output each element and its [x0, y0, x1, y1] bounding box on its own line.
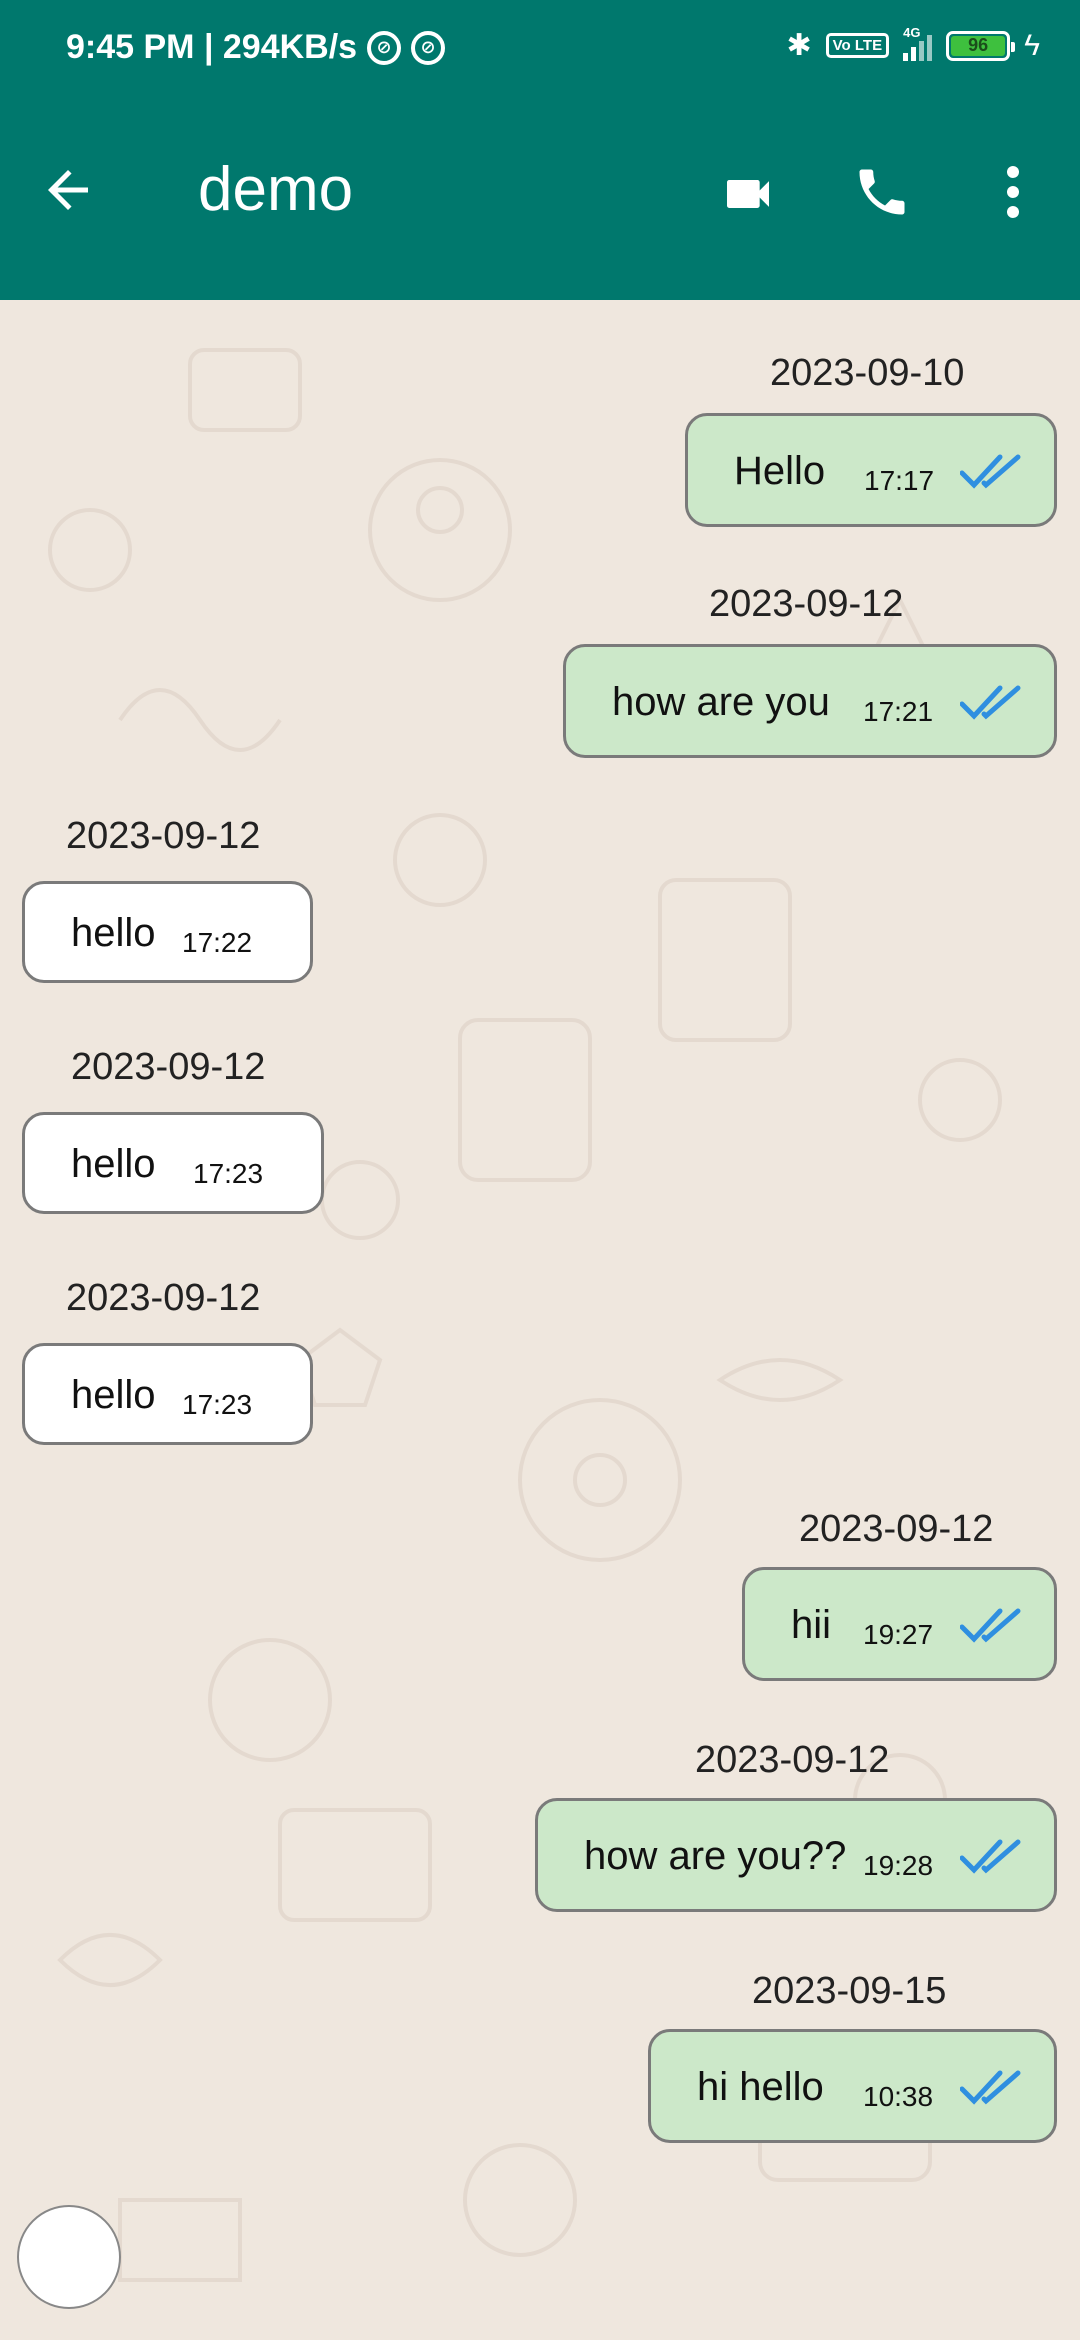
- outgoing-message-bubble[interactable]: Hello 17:17: [685, 413, 1057, 527]
- incoming-message-bubble[interactable]: hello 17:23: [22, 1343, 313, 1445]
- data-saver-icon: ⊘: [367, 30, 402, 65]
- message-text: hello: [71, 1373, 156, 1417]
- signal-icon: 4G: [903, 25, 933, 61]
- message-text: how are you: [612, 680, 830, 724]
- phone-icon[interactable]: [852, 162, 912, 222]
- message-date: 2023-09-12: [799, 1508, 994, 1550]
- video-camera-icon[interactable]: [720, 166, 776, 222]
- message-date: 2023-09-15: [752, 1970, 947, 2012]
- outgoing-message-bubble[interactable]: how are you?? 19:28: [535, 1798, 1057, 1912]
- message-date: 2023-09-12: [709, 583, 904, 625]
- volte-icon: Vo LTE: [825, 33, 890, 58]
- status-time: 9:45 PM | 294KB/s: [66, 28, 358, 66]
- message-date: 2023-09-12: [695, 1739, 890, 1781]
- incoming-message-bubble[interactable]: hello 17:23: [22, 1112, 324, 1214]
- battery-level: 96: [951, 35, 1006, 56]
- status-right: ✱ Vo LTE 4G 96 ϟ: [786, 25, 1040, 63]
- status-left: 9:45 PM | 294KB/s ⊘ ⊘: [66, 28, 446, 67]
- chat-screen: 9:45 PM | 294KB/s ⊘ ⊘ ✱ Vo LTE 4G 96 ϟ d…: [0, 0, 1080, 2340]
- message-text: hello: [71, 1142, 156, 1186]
- double-check-icon: [960, 1608, 1021, 1643]
- profile-circle[interactable]: [17, 2205, 121, 2309]
- message-time: 17:22: [182, 927, 253, 958]
- message-text: Hello: [734, 449, 826, 493]
- chat-title[interactable]: demo: [198, 154, 353, 225]
- message-text: hii: [791, 1603, 832, 1647]
- outgoing-message-bubble[interactable]: hi hello 10:38: [648, 2029, 1057, 2143]
- double-check-icon: [960, 1839, 1021, 1874]
- sync-icon: ⊘: [411, 30, 446, 65]
- battery-icon: 96: [946, 30, 1016, 61]
- bluetooth-icon: ✱: [786, 29, 812, 62]
- message-time: 19:28: [863, 1850, 934, 1881]
- charging-icon: ϟ: [1024, 28, 1040, 62]
- more-vertical-icon[interactable]: [998, 162, 1028, 222]
- double-check-icon: [960, 685, 1021, 720]
- outgoing-message-bubble[interactable]: how are you 17:21: [563, 644, 1057, 758]
- message-text: how are you??: [584, 1834, 847, 1878]
- message-time: 19:27: [863, 1619, 934, 1650]
- message-time: 10:38: [863, 2081, 934, 2112]
- arrow-left-icon[interactable]: [38, 160, 98, 220]
- message-date: 2023-09-10: [770, 352, 965, 394]
- message-text: hi hello: [697, 2065, 824, 2109]
- message-date: 2023-09-12: [66, 1277, 261, 1319]
- message-date: 2023-09-12: [66, 815, 261, 857]
- network-type: 4G: [903, 24, 921, 40]
- message-date: 2023-09-12: [71, 1046, 266, 1088]
- double-check-icon: [960, 2070, 1021, 2105]
- message-time: 17:23: [193, 1158, 264, 1189]
- message-time: 17:23: [182, 1389, 253, 1420]
- app-bar: demo: [0, 100, 1080, 300]
- incoming-message-bubble[interactable]: hello 17:22: [22, 881, 313, 983]
- message-time: 17:21: [863, 696, 934, 727]
- status-bar: 9:45 PM | 294KB/s ⊘ ⊘ ✱ Vo LTE 4G 96 ϟ: [0, 0, 1080, 100]
- message-time: 17:17: [864, 465, 935, 496]
- double-check-icon: [960, 454, 1021, 489]
- message-text: hello: [71, 911, 156, 955]
- outgoing-message-bubble[interactable]: hii 19:27: [742, 1567, 1057, 1681]
